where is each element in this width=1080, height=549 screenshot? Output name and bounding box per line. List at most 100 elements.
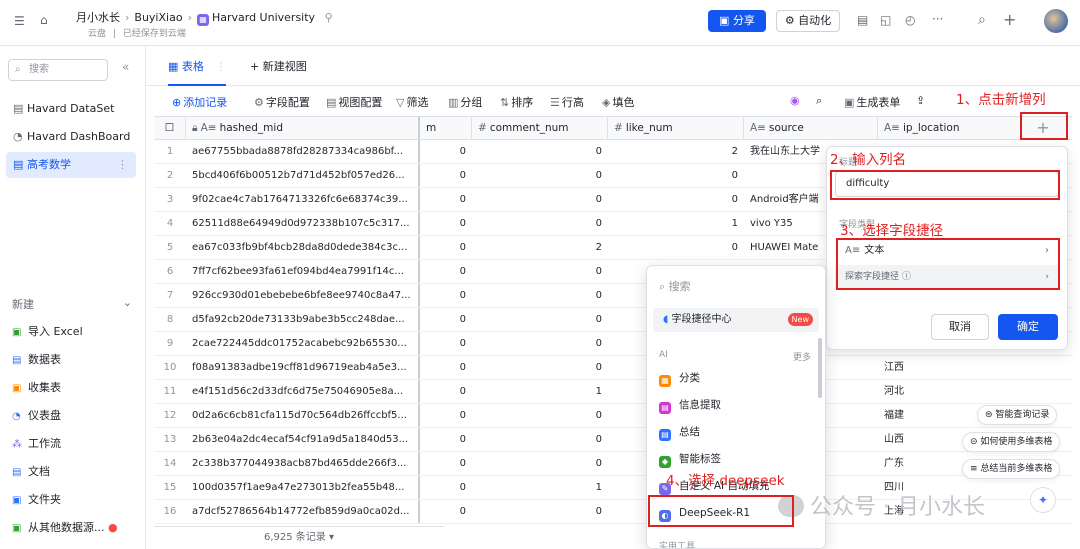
cell-hashed-mid[interactable]: 100d0357f1ae9a47e273013b2fea55b48... — [186, 476, 420, 499]
breadcrumb-workspace[interactable]: 月小水长 — [76, 11, 120, 24]
new-view-button[interactable]: + 新建视图 — [250, 58, 307, 74]
cell-m[interactable]: 0 — [420, 284, 472, 307]
cell-comment-num[interactable]: 0 — [472, 140, 608, 163]
pin-icon[interactable]: ⚲ — [325, 11, 333, 24]
confirm-button[interactable]: 确定 — [998, 314, 1058, 340]
new-import-excel[interactable]: ▣ 导入 Excel — [12, 323, 83, 343]
cell-m[interactable]: 0 — [420, 260, 472, 283]
cell-ip-location[interactable]: 江西 — [878, 356, 1022, 379]
cell-hashed-mid[interactable]: a7dcf52786564b14772efb859d9a0ca02d... — [186, 500, 420, 523]
field-config-button[interactable]: ⚙ 字段配置 — [254, 94, 310, 110]
record-count-footer[interactable]: 6,925 条记录 ▾ — [154, 526, 444, 548]
more-link[interactable]: 更多 — [793, 350, 811, 363]
table-row[interactable]: 10 f08a91383adbe19cff81d96719eab4a5e3... 0… — [154, 356, 1072, 380]
cell-comment-num[interactable]: 0 — [472, 332, 608, 355]
cell-m[interactable]: 0 — [420, 476, 472, 499]
cell-m[interactable]: 0 — [420, 332, 472, 355]
history-icon[interactable]: ◴ — [905, 13, 915, 27]
search-icon[interactable]: ⌕ — [816, 94, 822, 108]
doc-icon[interactable]: ▤ — [857, 13, 868, 27]
filter-button[interactable]: ▽ 筛选 — [396, 94, 428, 110]
cell-hashed-mid[interactable]: e4f151d56c2d33dfc6d75e75046905e8a... — [186, 380, 420, 403]
cell-m[interactable]: 0 — [420, 452, 472, 475]
cell-hashed-mid[interactable]: f08a91383adbe19cff81d96719eab4a5e3... — [186, 356, 420, 379]
cell-m[interactable]: 0 — [420, 164, 472, 187]
tab-more-icon[interactable]: ⋮ — [215, 60, 226, 73]
table-row[interactable]: 14 2c338b377044938acb87bd465dde266f3... 0 0… — [154, 452, 1072, 476]
shortcut-hub-item[interactable]: ◖ 字段捷径中心 New — [653, 308, 819, 332]
cell-comment-num[interactable]: 0 — [472, 212, 608, 235]
cell-hashed-mid[interactable]: 2c338b377044938acb87bd465dde266f3... — [186, 452, 420, 475]
breadcrumb-owner[interactable]: BuyiXiao — [134, 11, 182, 24]
add-icon[interactable]: + — [1003, 10, 1016, 29]
cell-m[interactable]: 0 — [420, 428, 472, 451]
cell-m[interactable]: 0 — [420, 500, 472, 523]
ai-assistant-icon[interactable]: ◉ — [790, 94, 800, 107]
cell-comment-num[interactable]: 1 — [472, 476, 608, 499]
cell-comment-num[interactable]: 0 — [472, 308, 608, 331]
notification-icon[interactable]: ◱ — [880, 13, 891, 27]
cell-hashed-mid[interactable]: ea67c033fb9bf4bcb28da8d0dede384c3c... — [186, 236, 420, 259]
cell-comment-num[interactable]: 0 — [472, 188, 608, 211]
table-row[interactable]: 11 e4f151d56c2d33dfc6d75e75046905e8a... 0 1… — [154, 380, 1072, 404]
cell-comment-num[interactable]: 0 — [472, 284, 608, 307]
new-section-header[interactable]: 新建 ⌄ — [12, 296, 132, 312]
cell-like-num[interactable]: 2 — [608, 140, 744, 163]
smart-query-log-button[interactable]: ⊜ 智能查询记录 — [977, 405, 1058, 425]
cell-like-num[interactable]: 1 — [608, 212, 744, 235]
cell-hashed-mid[interactable]: 0d2a6c6cb81cfa115d70c564db26ffccbf5... — [186, 404, 420, 427]
summarize-table-button[interactable]: ≡ 总结当前多维表格 — [962, 459, 1061, 479]
shortcut-classify[interactable]: ▦ 分类 — [659, 367, 700, 389]
share-view-icon[interactable]: ⇪ — [916, 94, 925, 107]
new-workflow[interactable]: ⁂ 工作流 — [12, 435, 61, 455]
new-document[interactable]: ▤ 文档 — [12, 463, 50, 483]
sidebar-item-havard-dashboard[interactable]: ◔ Havard DashBoard — [6, 124, 136, 150]
dropdown-scrollbar[interactable] — [818, 338, 822, 398]
cancel-button[interactable]: 取消 — [931, 314, 989, 340]
cell-ip-location[interactable]: 河北 — [878, 380, 1022, 403]
cell-hashed-mid[interactable]: 62511d88e64949d0d972338b107c5c317... — [186, 212, 420, 235]
cell-like-num[interactable]: 0 — [608, 164, 744, 187]
cell-like-num[interactable]: 0 — [608, 188, 744, 211]
cell-comment-num[interactable]: 0 — [472, 260, 608, 283]
collapse-sidebar-icon[interactable]: « — [122, 60, 129, 74]
fill-color-button[interactable]: ◈ 填色 — [602, 94, 634, 110]
shortcut-extract[interactable]: ▤ 信息提取 — [659, 394, 721, 416]
cell-m[interactable]: 0 — [420, 212, 472, 235]
cell-m[interactable]: 0 — [420, 140, 472, 163]
cell-m[interactable]: 0 — [420, 308, 472, 331]
cell-comment-num[interactable]: 2 — [472, 236, 608, 259]
cell-m[interactable]: 0 — [420, 188, 472, 211]
cell-comment-num[interactable]: 0 — [472, 356, 608, 379]
col-header-ip-location[interactable]: A≡ ip_location — [878, 117, 1022, 139]
home-icon[interactable]: ⌂ — [40, 13, 48, 27]
cell-m[interactable]: 0 — [420, 356, 472, 379]
cell-hashed-mid[interactable]: 926cc930d01ebebebe6bfe8ee9740c8a47... — [186, 284, 420, 307]
cell-hashed-mid[interactable]: 2cae722445ddc01752acabebc92b65530... — [186, 332, 420, 355]
cell-comment-num[interactable]: 0 — [472, 164, 608, 187]
shortcut-smart-tag[interactable]: ◆ 智能标签 — [659, 448, 721, 470]
cell-hashed-mid[interactable]: 2b63e04a2dc4ecaf54cf91a9d5a1840d53... — [186, 428, 420, 451]
tab-table[interactable]: ▦ 表格 ⋮ — [168, 58, 227, 86]
col-header-source[interactable]: A≡ source — [744, 117, 878, 139]
new-form[interactable]: ▣ 收集表 — [12, 379, 61, 399]
cell-like-num[interactable]: 0 — [608, 236, 744, 259]
cell-hashed-mid[interactable]: 9f02cae4c7ab1764713326fc6e68374c39... — [186, 188, 420, 211]
cell-m[interactable]: 0 — [420, 236, 472, 259]
cell-comment-num[interactable]: 1 — [472, 380, 608, 403]
cell-comment-num[interactable]: 0 — [472, 452, 608, 475]
generate-form-button[interactable]: ▣ 生成表单 — [844, 94, 900, 110]
new-folder[interactable]: ▣ 文件夹 — [12, 491, 61, 511]
cell-comment-num[interactable]: 0 — [472, 404, 608, 427]
col-header-hashed-mid[interactable]: 🔒︎ A≡ hashed_mid — [186, 117, 420, 139]
sidebar-toggle-icon[interactable]: ☰ — [14, 14, 25, 28]
table-row[interactable]: 13 2b63e04a2dc4ecaf54cf91a9d5a1840d53... 0… — [154, 428, 1072, 452]
automation-button[interactable]: ⚙ 自动化 — [776, 10, 840, 32]
add-record-button[interactable]: ⊕ 添加记录 — [172, 94, 227, 110]
cell-hashed-mid[interactable]: d5fa92cb20de73133b9abe3b5cc248dae... — [186, 308, 420, 331]
col-header-like-num[interactable]: # like_num — [608, 117, 744, 139]
shortcut-summarize[interactable]: ▤ 总结 — [659, 421, 700, 443]
how-to-use-button[interactable]: ⊝ 如何使用多维表格 — [962, 432, 1061, 452]
select-all-checkbox[interactable]: ☐ — [154, 117, 186, 139]
cell-m[interactable]: 0 — [420, 380, 472, 403]
